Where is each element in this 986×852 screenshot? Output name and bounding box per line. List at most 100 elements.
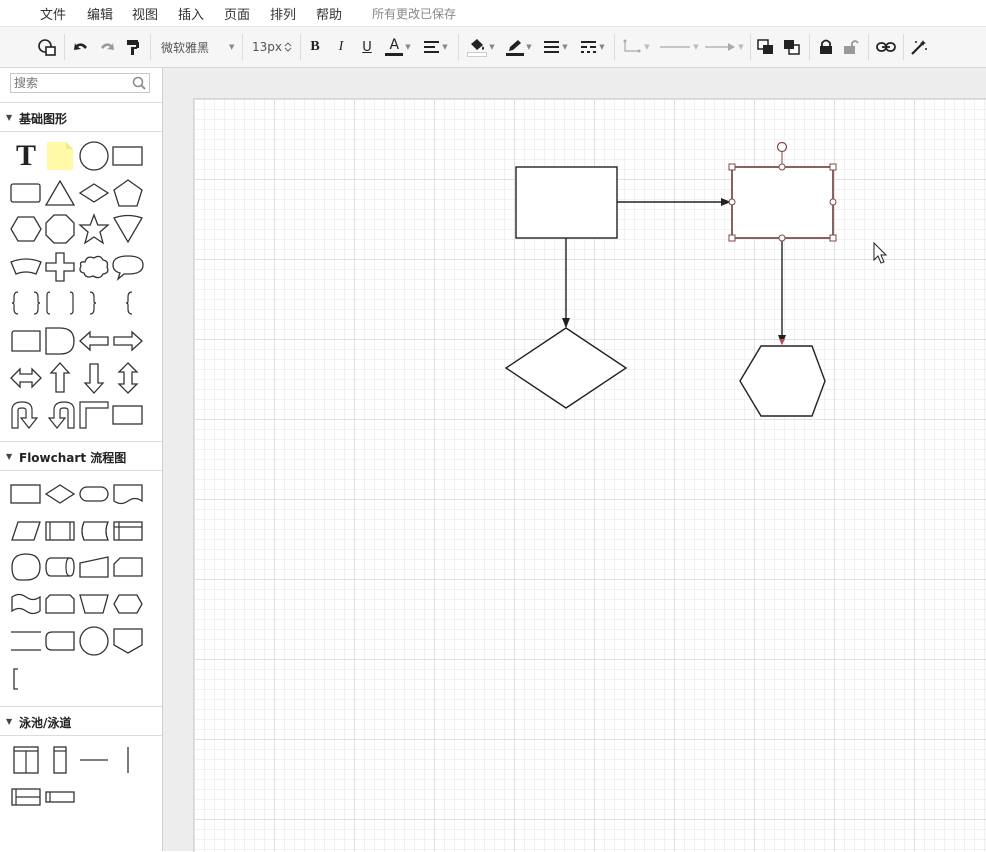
shape-arrow-double-horizontal[interactable] — [9, 361, 43, 395]
swimlane-pool-vertical[interactable] — [9, 743, 43, 777]
shape-arrow-up[interactable] — [43, 361, 77, 395]
menu-help[interactable]: 帮助 — [316, 4, 342, 23]
resize-handle-n[interactable] — [778, 163, 786, 171]
line-width-button[interactable]: ▼ — [540, 27, 572, 67]
flowchart-terminator[interactable] — [77, 477, 111, 511]
resize-handle-ne[interactable] — [829, 163, 837, 171]
shape-corner[interactable] — [77, 398, 111, 432]
resize-handle-w[interactable] — [728, 198, 736, 206]
shape-arrow-left[interactable] — [77, 324, 111, 358]
flowchart-manual-operation[interactable] — [77, 587, 111, 621]
flowchart-decision[interactable] — [43, 477, 77, 511]
shape-rounded-rectangle[interactable] — [9, 176, 43, 210]
flowchart-predefined-process[interactable] — [43, 514, 77, 548]
bold-button[interactable]: B — [305, 27, 325, 67]
menu-page[interactable]: 页面 — [224, 4, 250, 23]
line-start-button[interactable]: ▼ — [658, 27, 700, 67]
flowchart-on-page-connector[interactable] — [77, 624, 111, 658]
format-painter-button[interactable] — [122, 27, 144, 67]
magic-wand-button[interactable] — [907, 27, 931, 67]
canvas-area[interactable] — [163, 68, 986, 852]
shape-cross[interactable] — [43, 250, 77, 284]
swimlane-separator-vertical[interactable] — [111, 743, 145, 777]
shape-left-brace[interactable] — [111, 286, 145, 320]
resize-handle-s[interactable] — [778, 234, 786, 242]
flowchart-document[interactable] — [111, 477, 145, 511]
swimlane-lane-vertical[interactable] — [43, 743, 77, 777]
diagram-hexagon[interactable] — [739, 345, 826, 417]
format-panel-toggle-button[interactable] — [34, 27, 60, 67]
font-family-select[interactable]: 微软雅黑 ▼ — [156, 27, 238, 67]
shape-square-brackets[interactable] — [43, 286, 77, 320]
flowchart-process[interactable] — [9, 477, 43, 511]
flowchart-manual-input[interactable] — [77, 550, 111, 584]
shape-note[interactable] — [43, 139, 77, 173]
send-to-back-button[interactable] — [781, 27, 803, 67]
shape-funnel[interactable] — [111, 212, 145, 246]
line-dash-button[interactable]: ▼ — [577, 27, 609, 67]
shape-arrow-double-vertical[interactable] — [111, 361, 145, 395]
search-icon[interactable] — [132, 76, 146, 90]
section-header-swimlanes[interactable]: ▼ 泳池/泳道 — [0, 706, 162, 736]
flowchart-display[interactable] — [43, 624, 77, 658]
line-end-button[interactable]: ▼ — [703, 27, 745, 67]
underline-button[interactable]: U — [357, 27, 377, 67]
bring-to-front-button[interactable] — [755, 27, 777, 67]
flowchart-bracket-annotation[interactable] — [9, 662, 43, 696]
shape-arrow-right[interactable] — [111, 324, 145, 358]
menu-view[interactable]: 视图 — [132, 4, 158, 23]
flowchart-data[interactable] — [9, 514, 43, 548]
shape-circle[interactable] — [77, 139, 111, 173]
flowchart-connector[interactable] — [9, 550, 43, 584]
diagram-rectangle-selected[interactable] — [731, 166, 834, 239]
flowchart-off-page-connector[interactable] — [111, 624, 145, 658]
shape-octagon[interactable] — [43, 212, 77, 246]
resize-handle-e[interactable] — [829, 198, 837, 206]
shape-star[interactable] — [77, 212, 111, 246]
flowchart-internal-storage[interactable] — [111, 514, 145, 548]
flowchart-annotation[interactable] — [9, 624, 43, 658]
resize-handle-se[interactable] — [829, 234, 837, 242]
shape-delay[interactable] — [43, 324, 77, 358]
section-header-basic-shapes[interactable]: ▼ 基础图形 — [0, 102, 162, 132]
font-size-stepper[interactable]: 13px — [248, 27, 296, 67]
line-color-button[interactable]: ▼ — [502, 27, 536, 67]
shape-cloud[interactable] — [77, 250, 111, 284]
shape-diamond[interactable] — [77, 176, 111, 210]
lock-button[interactable] — [815, 27, 837, 67]
resize-handle-nw[interactable] — [728, 163, 736, 171]
shape-u-turn-arrow-up[interactable] — [43, 398, 77, 432]
swimlane-lane-horizontal[interactable] — [43, 780, 77, 814]
flowchart-card[interactable] — [111, 550, 145, 584]
search-input[interactable] — [11, 74, 135, 92]
italic-button[interactable]: I — [331, 27, 351, 67]
shape-curly-braces[interactable] — [9, 286, 43, 320]
fill-color-button[interactable]: ▼ — [464, 27, 498, 67]
shape-arc-band[interactable] — [9, 250, 43, 284]
shape-pentagon[interactable] — [111, 176, 145, 210]
connector-style-button[interactable]: ▼ — [619, 27, 653, 67]
unlock-button[interactable] — [840, 27, 862, 67]
shape-text[interactable]: T — [9, 139, 43, 173]
flowchart-paper-tape[interactable] — [9, 587, 43, 621]
resize-handle-sw[interactable] — [728, 234, 736, 242]
flowchart-preparation[interactable] — [111, 587, 145, 621]
shape-card[interactable] — [9, 324, 43, 358]
diagram-diamond[interactable] — [504, 327, 628, 409]
menu-edit[interactable]: 编辑 — [87, 4, 113, 23]
shape-rectangle-small[interactable] — [111, 398, 145, 432]
swimlane-separator-horizontal[interactable] — [77, 743, 111, 777]
shape-right-brace[interactable] — [77, 286, 111, 320]
menu-file[interactable]: 文件 — [40, 4, 66, 23]
redo-button[interactable] — [96, 27, 118, 67]
undo-button[interactable] — [70, 27, 92, 67]
section-header-flowchart[interactable]: ▼ Flowchart 流程图 — [0, 441, 162, 471]
shape-rectangle[interactable] — [111, 139, 145, 173]
menu-insert[interactable]: 插入 — [178, 4, 204, 23]
flowchart-direct-data[interactable] — [43, 550, 77, 584]
font-color-button[interactable]: A ▼ — [382, 27, 414, 67]
link-button[interactable] — [873, 27, 899, 67]
rotation-handle[interactable] — [776, 141, 788, 153]
swimlane-pool-horizontal[interactable] — [9, 780, 43, 814]
shape-speech-bubble[interactable] — [111, 250, 145, 284]
